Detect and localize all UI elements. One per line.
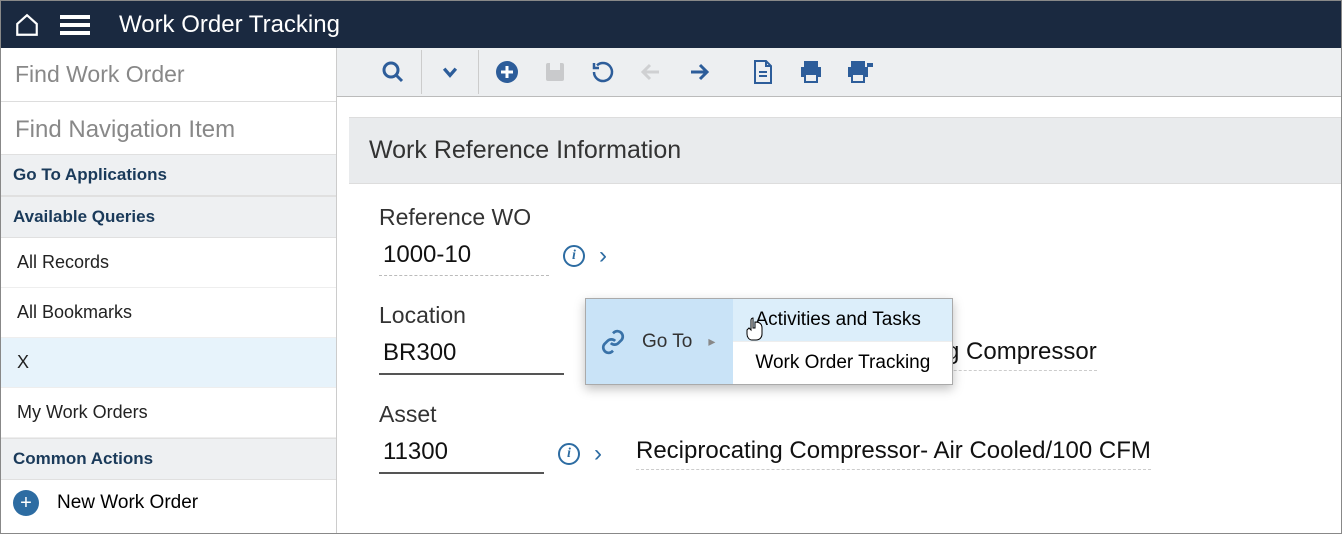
sidebar: Find Navigation Item Go To Applications …: [1, 48, 337, 533]
info-icon[interactable]: i: [563, 245, 585, 267]
goto-menu-trigger[interactable]: Go To ▸: [586, 299, 733, 384]
back-arrow-icon: [627, 50, 675, 94]
find-work-order-input[interactable]: [15, 61, 322, 88]
document-icon[interactable]: [739, 50, 787, 94]
sidebar-item-my-work-orders[interactable]: My Work Orders: [1, 388, 336, 438]
save-icon: [531, 50, 579, 94]
toolbar: [337, 48, 1341, 97]
sidebar-item-x[interactable]: X: [1, 338, 336, 388]
goto-popup: Go To ▸ Activities and Tasks Work Order …: [585, 298, 953, 385]
goto-option-activities[interactable]: Activities and Tasks: [733, 299, 952, 341]
chevron-down-icon[interactable]: [426, 50, 474, 94]
reference-wo-value[interactable]: 1000-10: [379, 237, 549, 276]
location-value[interactable]: BR300: [379, 335, 564, 375]
app-header: Work Order Tracking: [0, 0, 1342, 48]
sidebar-item-all-records[interactable]: All Records: [1, 238, 336, 288]
search-icon[interactable]: [369, 50, 417, 94]
home-icon[interactable]: [13, 11, 41, 39]
page-title: Work Order Tracking: [119, 11, 340, 39]
sidebar-section-common-actions[interactable]: Common Actions: [1, 438, 336, 480]
section-header: Work Reference Information: [349, 117, 1341, 184]
chevron-right-icon[interactable]: ›: [599, 242, 607, 270]
plus-circle-icon: +: [13, 490, 39, 516]
print-all-icon[interactable]: [835, 50, 883, 94]
refresh-icon[interactable]: [579, 50, 627, 94]
info-icon[interactable]: i: [558, 443, 580, 465]
asset-label: Asset: [379, 401, 1321, 428]
hamburger-menu-icon[interactable]: [59, 9, 91, 41]
asset-description: Reciprocating Compressor- Air Cooled/100…: [636, 437, 1151, 470]
sidebar-item-all-bookmarks[interactable]: All Bookmarks: [1, 288, 336, 338]
link-icon: [600, 329, 626, 355]
sidebar-section-queries[interactable]: Available Queries: [1, 196, 336, 238]
new-work-order-label: New Work Order: [57, 492, 198, 514]
reference-wo-label: Reference WO: [379, 204, 1321, 231]
triangle-right-icon: ▸: [708, 333, 715, 350]
forward-arrow-icon[interactable]: [675, 50, 723, 94]
goto-label: Go To: [642, 331, 692, 353]
main-panel: Work Reference Information Reference WO …: [337, 48, 1341, 533]
chevron-right-icon[interactable]: ›: [594, 440, 602, 468]
print-icon[interactable]: [787, 50, 835, 94]
new-work-order-action[interactable]: + New Work Order: [1, 480, 336, 518]
add-new-icon[interactable]: [483, 50, 531, 94]
goto-option-work-order-tracking[interactable]: Work Order Tracking: [733, 341, 952, 384]
asset-value[interactable]: 11300: [379, 434, 544, 474]
find-nav-item-label[interactable]: Find Navigation Item: [1, 102, 336, 154]
sidebar-search-row: [1, 48, 336, 102]
sidebar-section-goto-apps[interactable]: Go To Applications: [1, 154, 336, 196]
